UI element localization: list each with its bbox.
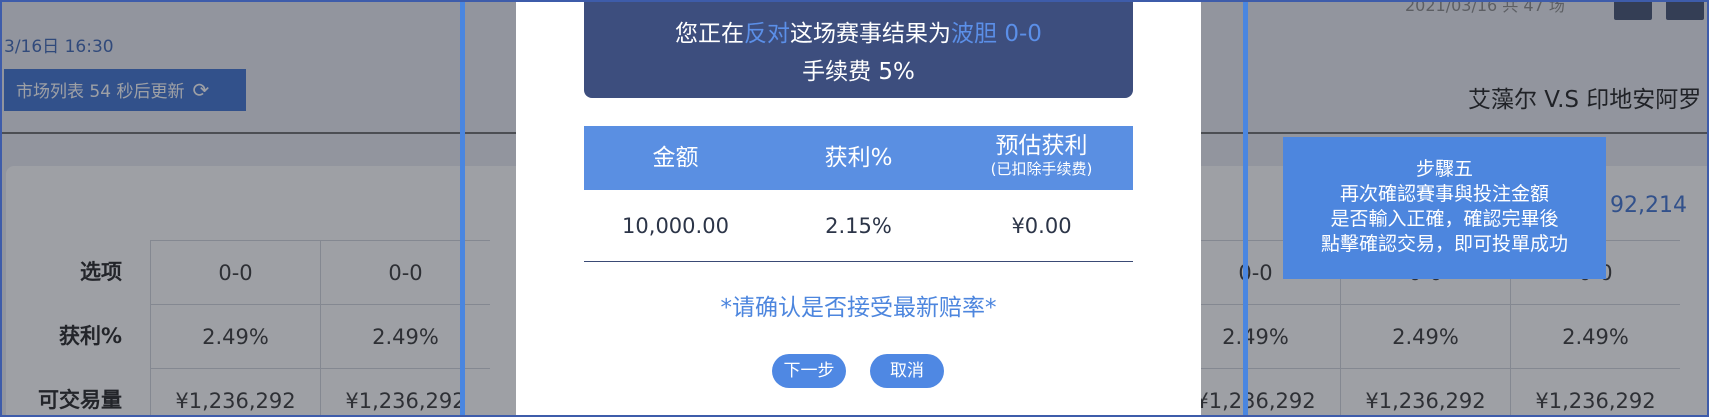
odds-notice: *请确认是否接受最新赔率* (720, 295, 997, 321)
callout-line: 再次確認賽事與投注金額 (1339, 183, 1549, 205)
callout-line: 點擊確認交易，即可投單成功 (1320, 233, 1568, 255)
next-step-button[interactable]: 下一步 (772, 354, 846, 388)
estimated-header-note: (已扣除手续费) (990, 160, 1093, 178)
bet-market: 波胆 0-0 (951, 21, 1042, 47)
guide-line-right (1243, 0, 1248, 417)
summary-prefix: 您正在 (675, 21, 745, 47)
guide-line-left (460, 0, 465, 417)
tutorial-callout: 步驟五 再次確認賽事與投注金額 是否輸入正確，確認完畢後 點擊確認交易，即可投單… (1283, 137, 1606, 279)
confirm-bet-dialog: 您正在反对这场赛事结果为波胆 0-0 手续费 5% 金额 获利% 预估获利 (已… (516, 0, 1201, 417)
bet-detail-table: 金额 获利% 预估获利 (已扣除手续费) 10,000.00 2.15% ¥0.… (584, 126, 1133, 262)
estimated-value: ¥0.00 (1011, 214, 1072, 238)
table-header: 金额 获利% 预估获利 (已扣除手续费) (584, 126, 1133, 190)
callout-line: 是否輸入正確，確認完畢後 (1330, 208, 1559, 230)
amount-value: 10,000.00 (622, 214, 729, 238)
profit-value: 2.15% (825, 214, 892, 238)
callout-title: 步驟五 (1415, 158, 1473, 180)
bet-summary: 您正在反对这场赛事结果为波胆 0-0 (584, 14, 1133, 48)
fee-text: 手续费 5% (802, 59, 915, 85)
table-row: 10,000.00 2.15% ¥0.00 (584, 190, 1133, 262)
profit-header: 获利% (824, 145, 893, 171)
amount-header: 金额 (652, 145, 699, 171)
estimated-header: 预估获利 (已扣除手续费) (950, 126, 1133, 190)
summary-middle: 这场赛事结果为 (790, 21, 952, 47)
estimated-header-label: 预估获利 (995, 133, 1088, 159)
dialog-header: 您正在反对这场赛事结果为波胆 0-0 手续费 5% (584, 0, 1133, 98)
cancel-button[interactable]: 取消 (870, 354, 944, 388)
bet-direction: 反对 (744, 21, 791, 47)
